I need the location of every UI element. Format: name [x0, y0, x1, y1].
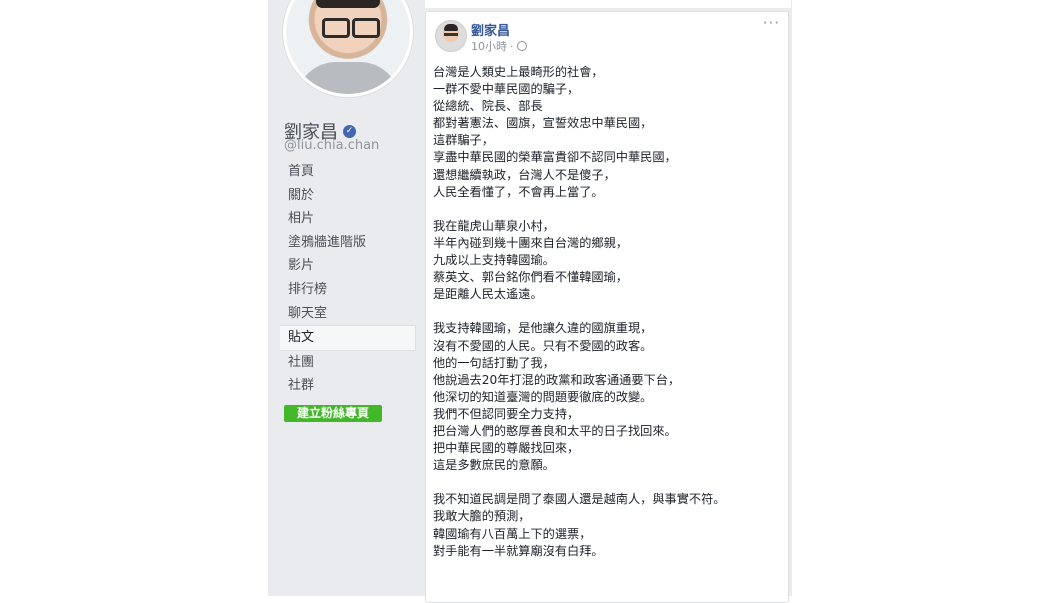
previous-card-edge — [425, 0, 791, 8]
post-avatar-hair — [444, 24, 458, 31]
globe-icon — [516, 41, 527, 51]
nav-item-groups[interactable]: 社團 — [280, 351, 416, 375]
profile-picture[interactable] — [286, 0, 410, 94]
post-line: 他的一句話打動了我， — [433, 355, 555, 370]
post-line: 把中華民國的尊嚴找回來， — [433, 441, 580, 456]
post-card: 劉家昌 10小時 · ··· 台灣是人類史上最畸形的社會， 一群不愛中華民國的騙… — [425, 11, 789, 603]
post-line: 都對著憲法、國旗，宣誓效忠中華民國， — [433, 116, 653, 131]
post-line: 台灣是人類史上最畸形的社會， — [433, 65, 604, 79]
more-options-icon[interactable]: ··· — [763, 14, 780, 32]
post-line: 把台灣人們的憨厚善良和太平的日子找回來。 — [433, 423, 677, 438]
post-line: 人民全看懂了，不會再上當了。 — [433, 184, 604, 199]
post-line: 蔡英文、郭台銘你們看不懂韓國瑜， — [433, 270, 628, 285]
post-line: 我敢大膽的預測， — [433, 509, 531, 524]
nav-item-photos[interactable]: 相片 — [280, 207, 416, 231]
post-line: 對手能有一半就算廟沒有白拜。 — [433, 543, 604, 558]
post-line: 這群騙子， — [433, 133, 494, 148]
nav-item-videos[interactable]: 影片 — [280, 254, 416, 278]
post-meta: 10小時 · — [471, 38, 527, 54]
post-line: 他說過去20年打混的政黨和政客通通要下台， — [433, 372, 681, 387]
post-line: 他深切的知道臺灣的問題要徹底的改變。 — [433, 389, 653, 404]
profile-photo-hair — [316, 0, 380, 8]
post-line: 沒有不愛國的人民。只有不愛國的政客。 — [433, 338, 653, 353]
page-username[interactable]: @liu.chia.chan — [284, 138, 379, 153]
post-line: 從總統、院長、部長 — [433, 99, 543, 114]
post-line: 這是多數庶民的意願。 — [433, 458, 555, 473]
nav-item-chatroom[interactable]: 聊天室 — [280, 302, 416, 326]
nav-item-community[interactable]: 社群 — [280, 374, 416, 398]
left-sidebar: 劉家昌 ✓ @liu.chia.chan 首頁 關於 相片 塗鴉牆進階版 影片 … — [268, 0, 420, 596]
create-page-button[interactable]: 建立粉絲專頁 — [284, 405, 382, 422]
post-line: 我支持韓國瑜，是他讓久違的國旗重現， — [433, 321, 653, 336]
nav-item-wall-plus[interactable]: 塗鴉牆進階版 — [280, 231, 416, 255]
post-line: 一群不愛中華民國的騙子， — [433, 82, 580, 97]
post-line: 九成以上支持韓國瑜。 — [433, 253, 555, 268]
nav-item-about[interactable]: 關於 — [280, 184, 416, 208]
nav-item-ranking[interactable]: 排行榜 — [280, 278, 416, 302]
post-line: 我在龍虎山華泉小村， — [433, 218, 555, 233]
post-line: 半年內碰到幾十團來自台灣的鄉親， — [433, 235, 628, 250]
post-avatar-glasses — [444, 33, 458, 36]
post-line: 我不知道民調是問了泰國人還是越南人，與事實不符。 — [433, 492, 726, 507]
nav-item-posts[interactable]: 貼文 — [280, 325, 416, 351]
profile-photo-glasses-left — [322, 18, 350, 38]
page-nav: 首頁 關於 相片 塗鴉牆進階版 影片 排行榜 聊天室 貼文 社團 社群 — [280, 160, 416, 398]
post-author-avatar[interactable] — [435, 20, 467, 52]
meta-separator: · — [510, 39, 514, 53]
post-line: 我們不但認同要全力支持， — [433, 406, 580, 421]
post-timestamp[interactable]: 10小時 — [471, 38, 507, 54]
post-author-name[interactable]: 劉家昌 — [471, 20, 510, 39]
post-line: 是距離人民太遙遠。 — [433, 287, 543, 302]
nav-item-home[interactable]: 首頁 — [280, 160, 416, 184]
profile-photo-glasses-right — [352, 18, 380, 38]
post-line: 韓國瑜有八百萬上下的選票， — [433, 526, 592, 541]
post-body: 台灣是人類史上最畸形的社會， 一群不愛中華民國的騙子， 從總統、院長、部長 都對… — [433, 64, 783, 560]
verified-badge-icon: ✓ — [343, 124, 356, 138]
post-line: 還想繼續執政，台灣人不是傻子， — [433, 167, 616, 182]
post-line: 享盡中華民國的榮華富貴卻不認同中華民國， — [433, 150, 677, 165]
